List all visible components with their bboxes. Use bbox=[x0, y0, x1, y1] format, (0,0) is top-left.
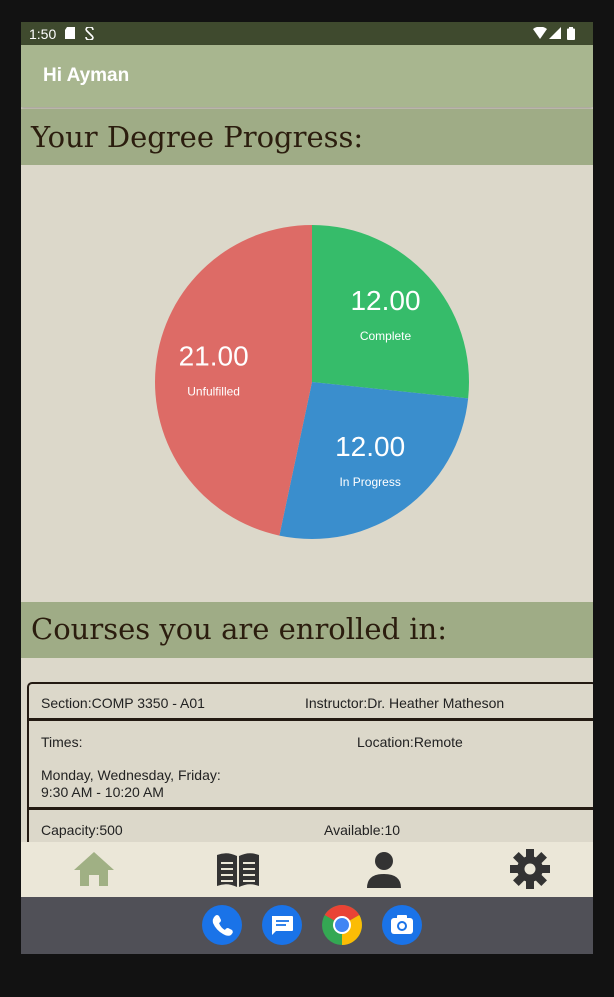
signal-icon bbox=[549, 27, 561, 39]
pie-category-label: Unfulfilled bbox=[187, 385, 240, 399]
messages-app[interactable] bbox=[262, 905, 302, 945]
card-divider bbox=[29, 807, 593, 810]
device-screen: 1:50 Hi Ayman Your Degree Progress: 12.0… bbox=[21, 22, 593, 954]
chrome-app[interactable] bbox=[322, 905, 362, 945]
nav-settings[interactable] bbox=[506, 848, 554, 890]
course-times-label: Times: bbox=[41, 734, 83, 750]
pie-value-label: 12.00 bbox=[335, 431, 405, 462]
course-location: Location:Remote bbox=[357, 734, 463, 750]
app-bar: Hi Ayman bbox=[21, 45, 593, 107]
nav-home[interactable] bbox=[70, 848, 118, 890]
home-icon bbox=[74, 852, 114, 886]
phone-app[interactable] bbox=[202, 905, 242, 945]
greeting-title: Hi Ayman bbox=[43, 65, 130, 86]
course-capacity: Capacity:500 bbox=[41, 822, 123, 838]
book-icon bbox=[217, 853, 259, 887]
status-time: 1:50 bbox=[29, 26, 57, 42]
wifi-icon bbox=[533, 27, 547, 39]
camera-app[interactable] bbox=[382, 905, 422, 945]
nav-profile[interactable] bbox=[360, 848, 408, 890]
status-bar: 1:50 bbox=[21, 22, 593, 45]
sd-card-icon bbox=[65, 27, 75, 39]
degree-progress-header: Your Degree Progress: bbox=[21, 109, 593, 165]
camera-icon bbox=[391, 915, 413, 934]
battery-icon bbox=[567, 27, 575, 40]
pie-category-label: Complete bbox=[360, 329, 412, 343]
course-section: Section:COMP 3350 - A01 bbox=[41, 695, 205, 711]
courses-title: Courses you are enrolled in: bbox=[31, 612, 447, 646]
chrome-icon bbox=[322, 905, 362, 945]
courses-header: Courses you are enrolled in: bbox=[21, 602, 593, 658]
messages-icon bbox=[272, 916, 293, 935]
bottom-navigation bbox=[21, 842, 593, 897]
pie-chart: 12.00 Complete 12.00 In Progress 21.00 Unfulf… bbox=[154, 225, 470, 539]
course-instructor: Instructor:Dr. Heather Matheson bbox=[305, 695, 505, 711]
nav-courses[interactable] bbox=[214, 848, 262, 890]
person-icon bbox=[367, 852, 401, 888]
degree-progress-title: Your Degree Progress: bbox=[31, 120, 364, 154]
app-dock bbox=[21, 897, 593, 954]
phone-icon bbox=[212, 915, 233, 936]
pie-category-label: In Progress bbox=[339, 475, 400, 489]
gear-icon bbox=[510, 849, 550, 889]
pie-value-label: 12.00 bbox=[350, 285, 420, 316]
course-days: Monday, Wednesday, Friday: bbox=[41, 767, 221, 783]
sync-icon bbox=[85, 27, 94, 40]
course-hours: 9:30 AM - 10:20 AM bbox=[41, 784, 164, 800]
pie-slice-unfulfilled bbox=[154, 225, 312, 536]
card-divider bbox=[29, 718, 593, 721]
degree-progress-chart: 12.00 Complete 12.00 In Progress 21.00 Unfulf… bbox=[21, 165, 593, 601]
course-available: Available:10 bbox=[324, 822, 401, 838]
pie-value-label: 21.00 bbox=[179, 341, 249, 372]
